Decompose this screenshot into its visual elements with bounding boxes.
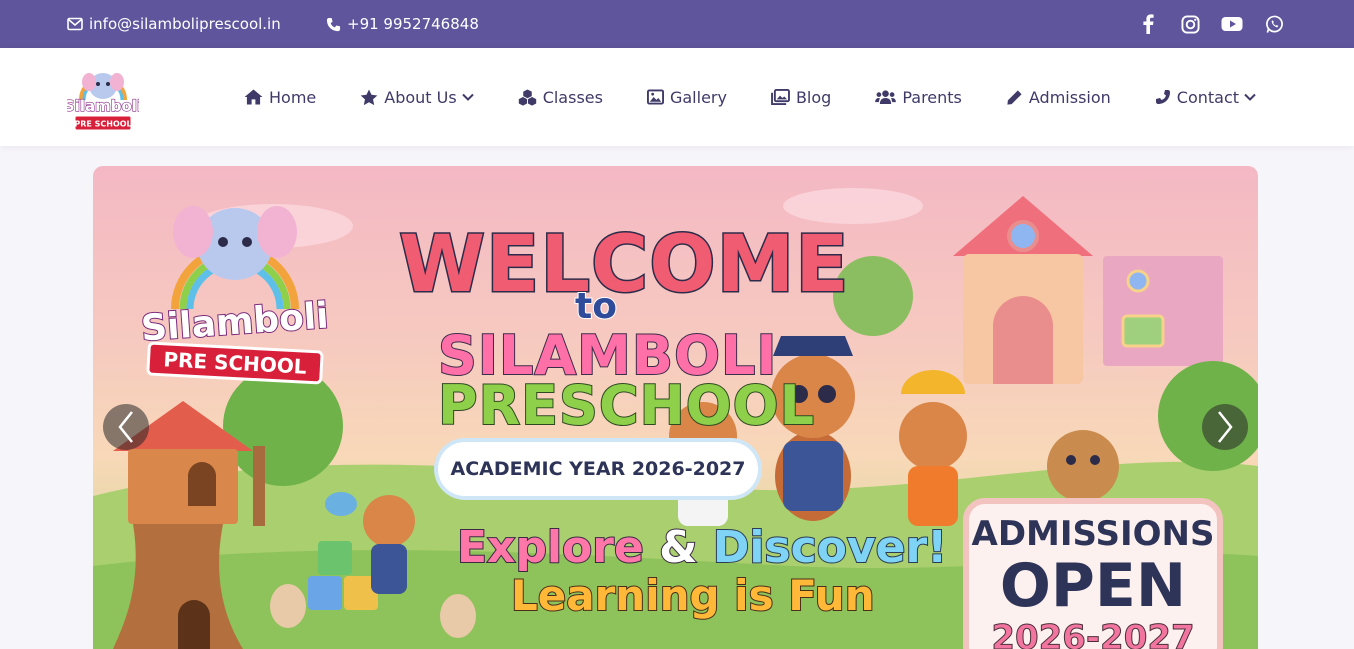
banner-to: to xyxy=(574,285,618,328)
admissions-open-sign: ADMISSIONS OPEN 2026-2027 xyxy=(963,498,1223,649)
banner-logo: Silamboli PRE SCHOOL xyxy=(135,184,335,394)
nav-classes[interactable]: Classes xyxy=(518,88,603,107)
site-logo[interactable]: Silamboli PRE SCHOOL xyxy=(63,56,143,140)
home-icon xyxy=(244,89,263,105)
images-icon xyxy=(771,89,790,105)
banner-logo-ribbon: PRE SCHOOL xyxy=(146,341,324,385)
instagram-icon[interactable] xyxy=(1178,12,1202,36)
slider-next-button[interactable] xyxy=(1202,404,1248,450)
nav-blog[interactable]: Blog xyxy=(771,88,831,107)
phone-text: +91 9952746848 xyxy=(347,15,479,33)
phone-icon xyxy=(1155,89,1171,105)
star-icon xyxy=(360,88,378,106)
hero-slider: Silamboli PRE SCHOOL WELCOME to SILAMBOL… xyxy=(93,166,1258,649)
nav-parents[interactable]: Parents xyxy=(875,88,962,107)
youtube-icon[interactable] xyxy=(1220,12,1244,36)
nav-admission[interactable]: Admission xyxy=(1006,88,1111,107)
site-header: Silamboli PRE SCHOOL Home About Us Class… xyxy=(0,48,1354,146)
nav-about-us[interactable]: About Us xyxy=(360,88,474,107)
pencil-icon xyxy=(1006,89,1023,106)
envelope-icon xyxy=(67,17,83,31)
banner-preschool: PRESCHOOL xyxy=(437,373,815,438)
facebook-icon[interactable] xyxy=(1136,12,1160,36)
top-bar: info@silamboliprescool.in +91 9952746848 xyxy=(0,0,1354,48)
email-text: info@silamboliprescool.in xyxy=(89,15,281,33)
banner-explore-tagline: Explore & Discover! xyxy=(456,521,948,574)
phone-icon xyxy=(326,17,341,31)
nav-gallery[interactable]: Gallery xyxy=(646,88,727,107)
academic-year-badge: ACADEMIC YEAR 2026-2027 xyxy=(438,442,758,496)
banner-welcome: WELCOME xyxy=(397,219,850,312)
whatsapp-icon[interactable] xyxy=(1262,12,1286,36)
slider-prev-button[interactable] xyxy=(103,404,149,450)
chevron-down-icon xyxy=(461,93,474,101)
phone-link[interactable]: +91 9952746848 xyxy=(326,0,479,48)
social-links xyxy=(1136,12,1286,36)
svg-text:Silamboli: Silamboli xyxy=(67,97,139,115)
cubes-icon xyxy=(518,88,537,106)
svg-text:PRE SCHOOL: PRE SCHOOL xyxy=(74,120,131,129)
main-nav: Home About Us Classes Gallery Blog Paren… xyxy=(244,48,1256,146)
image-icon xyxy=(646,89,664,105)
banner-learning-tagline: Learning is Fun xyxy=(510,570,876,621)
nav-home[interactable]: Home xyxy=(244,88,316,107)
email-link[interactable]: info@silamboliprescool.in xyxy=(67,0,281,48)
users-icon xyxy=(875,89,897,105)
chevron-left-icon xyxy=(118,411,133,443)
chevron-right-icon xyxy=(1218,411,1233,443)
chevron-down-icon xyxy=(1244,93,1256,101)
nav-contact[interactable]: Contact xyxy=(1155,88,1256,107)
